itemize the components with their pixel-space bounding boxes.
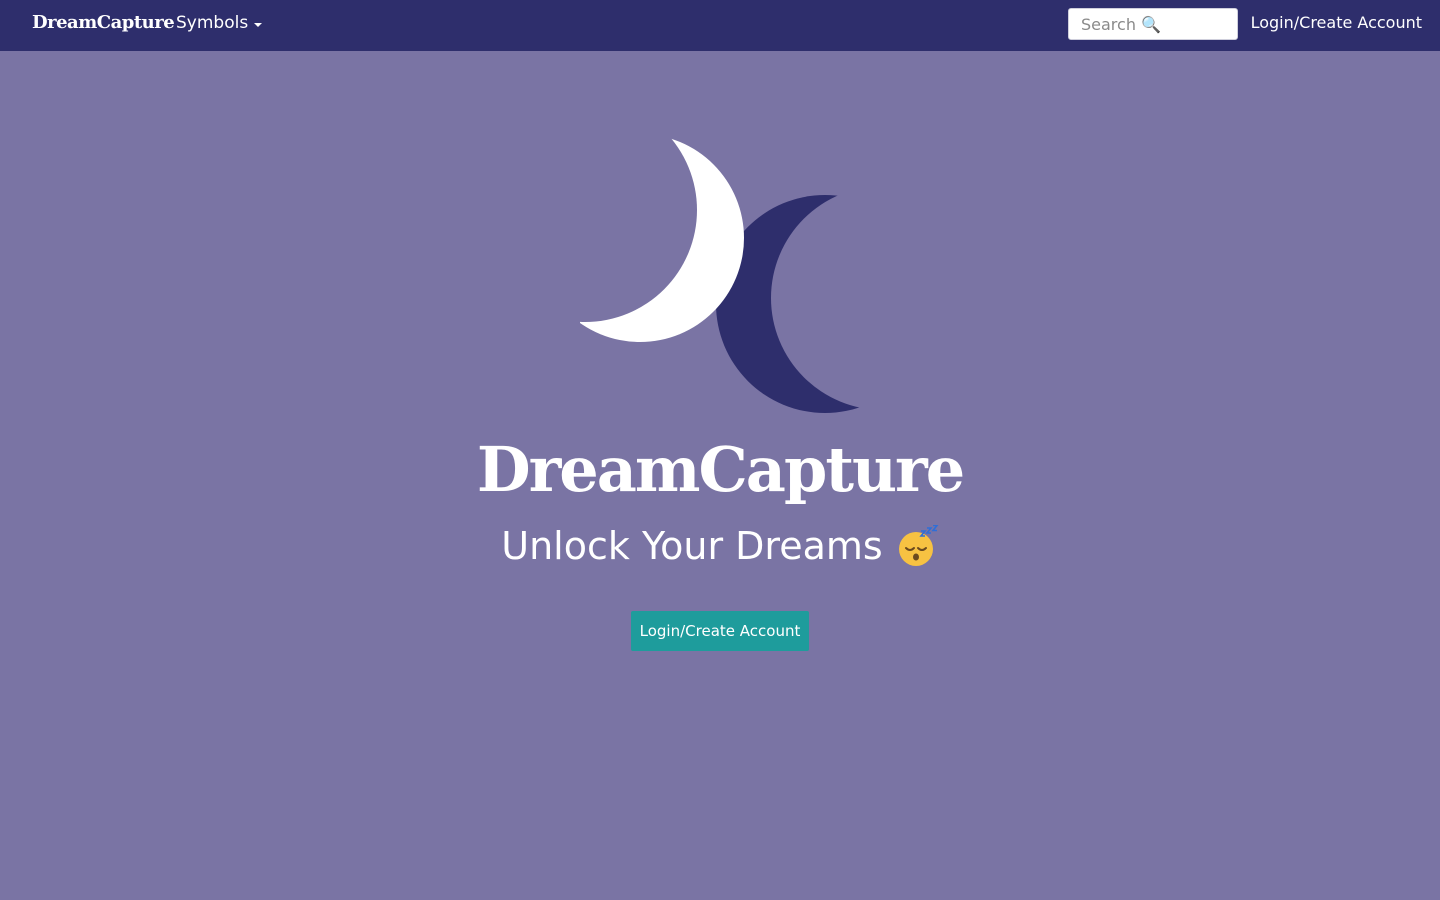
brand-logo-link[interactable]: DreamCapture <box>32 12 175 33</box>
tagline-text: Unlock Your Dreams <box>501 524 883 568</box>
nav-login-link[interactable]: Login/Create Account <box>1251 13 1422 32</box>
crescent-moons-logo <box>580 134 860 413</box>
search-box <box>1068 8 1238 40</box>
hero-title: DreamCapture <box>476 433 965 506</box>
login-create-account-button[interactable]: Login/Create Account <box>631 611 809 651</box>
sleeping-face-icon <box>898 525 939 566</box>
symbols-dropdown[interactable]: Symbols <box>176 13 263 33</box>
symbols-label: Symbols <box>176 13 249 33</box>
hero-tagline: Unlock Your Dreams <box>0 524 1440 568</box>
top-navbar: DreamCapture Symbols Login/Create Accoun… <box>0 0 1440 51</box>
search-input[interactable] <box>1069 9 1237 39</box>
caret-down-icon <box>254 22 263 27</box>
